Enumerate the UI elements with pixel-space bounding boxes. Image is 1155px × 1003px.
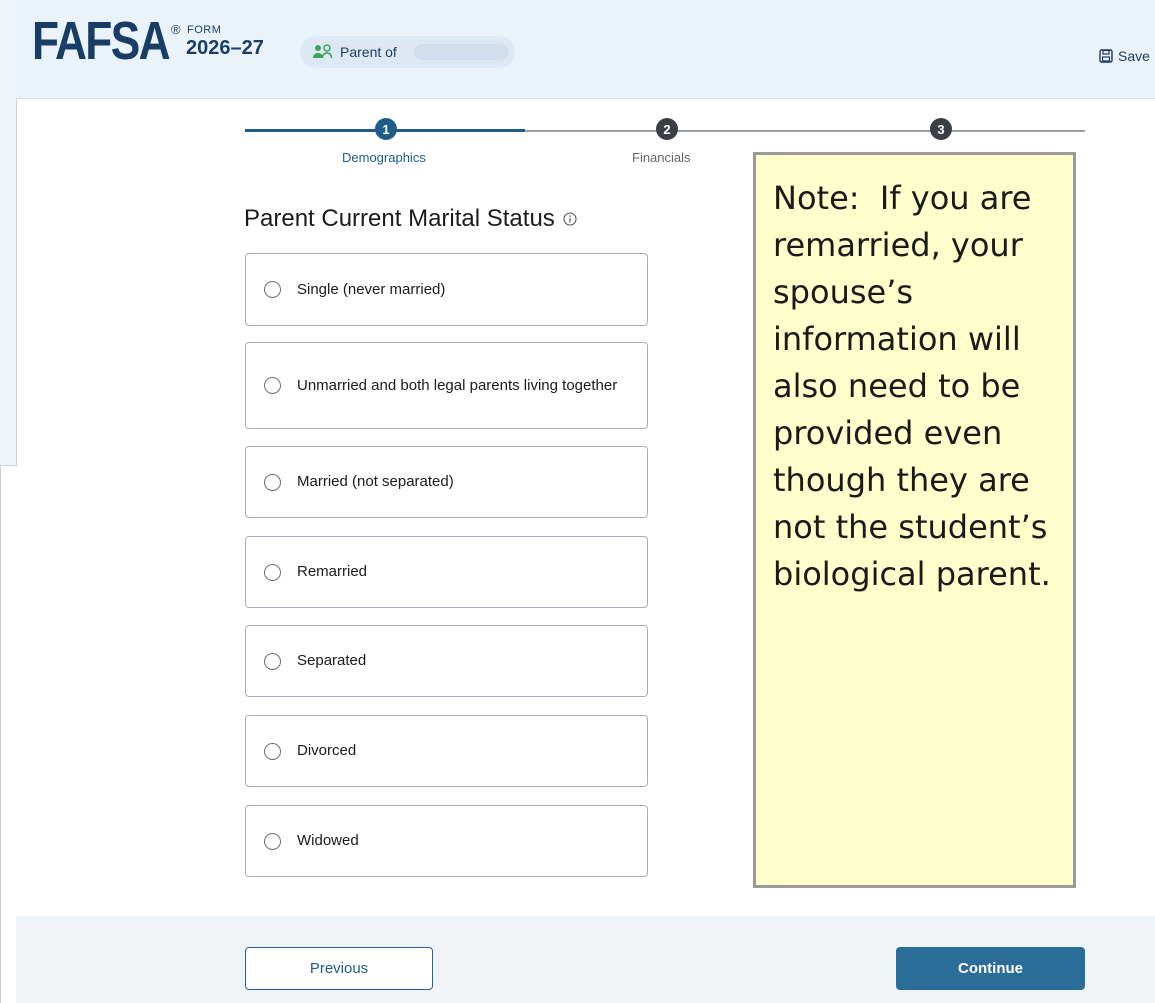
step-1-indicator: 1 [375,118,397,140]
background-window-edge [0,0,17,466]
radio-button[interactable] [264,281,281,298]
save-label: Save [1118,48,1150,64]
option-label: Married (not separated) [297,473,454,490]
option-label: Single (never married) [297,280,446,298]
radio-button[interactable] [264,832,281,850]
registered-mark: ® [171,22,181,37]
note-text: If you are remarried, your spouse’s info… [773,179,1051,593]
step-2-label: Financials [632,150,691,165]
parent-of-label: Parent of [340,44,397,60]
option-label: Divorced [297,742,357,759]
option-divorced[interactable]: Divorced [245,715,648,787]
option-label: Widowed [297,832,359,849]
note-prefix: Note: [773,179,860,217]
parents-icon [313,44,333,59]
option-label: Remarried [297,563,368,580]
radio-button[interactable] [264,742,281,760]
step-1-label: Demographics [342,150,426,165]
previous-button[interactable]: Previous [245,947,433,990]
option-widowed[interactable]: Widowed [245,805,648,877]
option-label: Separated [297,652,367,669]
continue-button[interactable]: Continue [896,947,1085,990]
page-title: Parent Current Marital Status [244,205,577,233]
form-label: FORM [187,24,222,36]
radio-button[interactable] [264,652,281,670]
info-icon[interactable] [563,212,577,226]
option-married[interactable]: Married (not separated) [245,446,648,518]
option-remarried[interactable]: Remarried [245,536,648,608]
page-header: FAFSA ® FORM 2026–27 Parent of Save [16,0,1155,99]
progress-line-remaining [525,130,1085,132]
option-separated[interactable]: Separated [245,625,648,697]
step-3-indicator: 3 [930,118,952,140]
save-button[interactable]: Save [1099,48,1150,64]
radio-button[interactable] [264,473,281,491]
redacted-student-name [414,44,509,60]
option-single[interactable]: Single (never married) [245,253,648,326]
form-year: 2026–27 [186,37,264,59]
option-unmarried-living-together[interactable]: Unmarried and both legal parents living … [245,342,648,429]
radio-button[interactable] [264,563,281,581]
step-2-indicator: 2 [656,118,678,140]
fafsa-logo: FAFSA [32,11,171,71]
radio-button[interactable] [264,377,281,394]
save-icon [1099,49,1113,63]
option-label: Unmarried and both legal parents living … [297,376,618,394]
note-callout: Note: If you are remarried, your spouse’… [753,152,1076,888]
